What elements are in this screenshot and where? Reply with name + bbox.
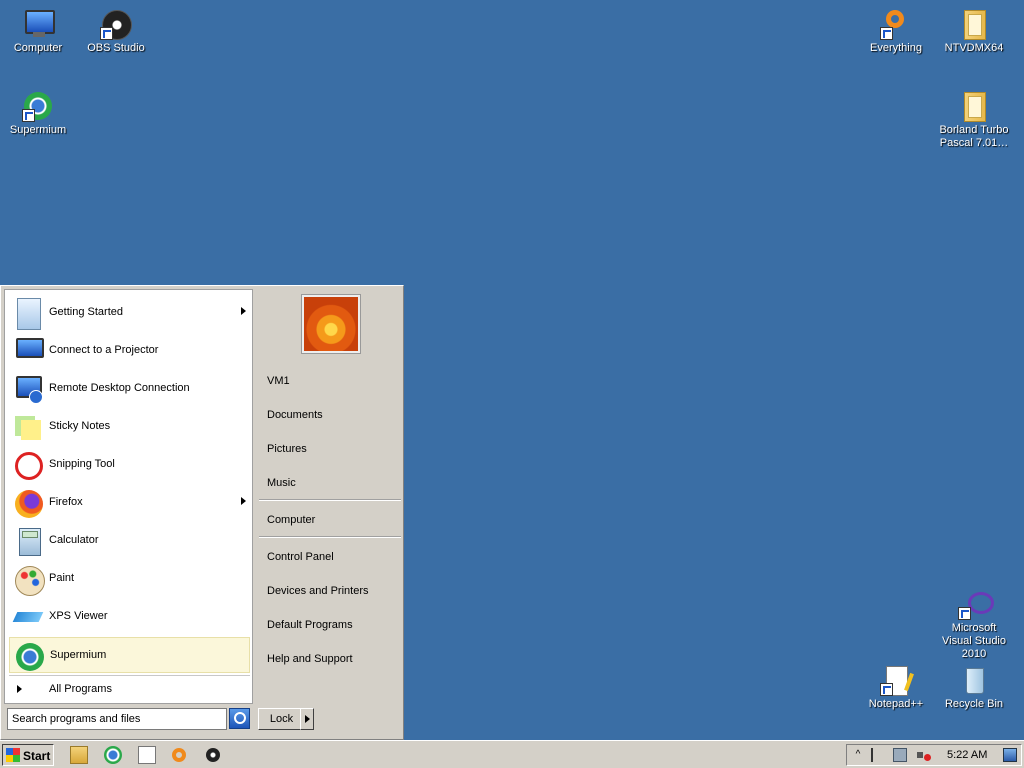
desktop-icon-visual-studio[interactable]: Microsoft Visual Studio 2010 (936, 588, 1012, 661)
taskbar: Start ^ 5:22 AM (0, 740, 1024, 768)
start-button[interactable]: Start (2, 744, 54, 766)
notepadpp-quicklaunch-icon[interactable] (138, 746, 156, 764)
network-icon[interactable] (893, 748, 907, 762)
desktop-icon-label: Supermium (9, 124, 67, 136)
help-support-link[interactable]: Help and Support (267, 653, 353, 665)
paint-palette-icon (13, 564, 45, 596)
desktop-icon-label: NTVDMX64 (944, 42, 1004, 54)
music-link[interactable]: Music (267, 477, 296, 489)
start-button-label: Start (23, 749, 51, 763)
desktop-icon-label: Computer (13, 42, 63, 54)
start-menu: Getting Started Connect to a Projector R… (0, 285, 404, 740)
search-input[interactable] (8, 709, 226, 729)
scissors-icon (13, 450, 43, 480)
clock[interactable]: 5:22 AM (947, 749, 987, 761)
calculator-icon (13, 526, 43, 556)
obs-studio-icon (100, 8, 132, 40)
divider (259, 536, 401, 538)
start-item-firefox[interactable]: Firefox (9, 485, 250, 521)
desktop-icon-label: Borland Turbo Pascal 7.01… (939, 124, 1009, 149)
start-item-label: XPS Viewer (49, 610, 108, 622)
computer-icon (22, 8, 55, 40)
desktop-icon-recycle-bin[interactable]: Recycle Bin (936, 664, 1012, 711)
folder-icon (958, 90, 990, 122)
explorer-quicklaunch-icon[interactable] (70, 746, 88, 764)
start-item-remote-desktop[interactable]: Remote Desktop Connection (9, 371, 250, 407)
start-item-label: Supermium (50, 649, 107, 661)
start-item-xps-viewer[interactable]: XPS Viewer (9, 599, 250, 635)
recycle-bin-icon (958, 664, 990, 696)
expand-arrow-icon (17, 685, 22, 693)
start-item-connect-projector[interactable]: Connect to a Projector (9, 333, 250, 369)
visual-studio-icon (958, 588, 994, 620)
folder-icon (958, 8, 990, 40)
start-menu-programs-pane: Getting Started Connect to a Projector R… (4, 289, 253, 704)
desktop-icon-label: OBS Studio (87, 42, 145, 54)
everything-quicklaunch-icon[interactable] (172, 748, 186, 762)
control-panel-link[interactable]: Control Panel (267, 551, 334, 563)
start-menu-places-pane: VM1 Documents Pictures Music Computer Co… (255, 289, 401, 704)
remote-desktop-icon (13, 374, 43, 404)
desktop-icon-borland-turbo-pascal[interactable]: Borland Turbo Pascal 7.01… (936, 90, 1012, 150)
devices-printers-link[interactable]: Devices and Printers (267, 585, 369, 597)
desktop-icon-label: Everything (870, 42, 922, 54)
all-programs-button[interactable]: All Programs (9, 675, 250, 702)
lock-button[interactable]: Lock (258, 708, 305, 730)
start-item-getting-started[interactable]: Getting Started (9, 295, 250, 331)
show-desktop-icon[interactable] (1003, 748, 1017, 762)
desktop-icon-ntvdmx64[interactable]: NTVDMX64 (936, 8, 1012, 55)
action-center-flag-icon[interactable] (871, 748, 887, 762)
search-programs-box[interactable] (7, 708, 227, 730)
start-item-label: Connect to a Projector (49, 344, 159, 356)
desktop-icon-computer[interactable]: Computer (0, 8, 76, 55)
show-hidden-icons-chevron-icon[interactable]: ^ (851, 748, 865, 762)
desktop-icon-notepadpp[interactable]: Notepad++ (858, 664, 934, 711)
start-item-label: Remote Desktop Connection (49, 382, 190, 394)
windows-flag-icon (6, 748, 20, 762)
supermium-icon (22, 90, 54, 122)
desktop-icon-supermium[interactable]: Supermium (0, 90, 76, 137)
search-icon[interactable] (229, 708, 250, 729)
divider (259, 499, 401, 501)
submenu-arrow-icon (241, 307, 246, 315)
default-programs-link[interactable]: Default Programs (267, 619, 353, 631)
computer-link[interactable]: Computer (267, 514, 315, 526)
projector-icon (13, 336, 44, 366)
start-item-supermium[interactable]: Supermium (9, 637, 250, 673)
firefox-icon (13, 488, 43, 518)
start-item-label: Getting Started (49, 306, 123, 318)
start-item-label: Calculator (49, 534, 99, 546)
getting-started-icon (17, 298, 41, 330)
user-picture-avatar[interactable] (302, 295, 360, 353)
desktop-icon-everything[interactable]: Everything (858, 8, 934, 55)
start-item-label: Firefox (49, 496, 83, 508)
notepadpp-icon (880, 664, 912, 696)
desktop-icon-label: Recycle Bin (944, 698, 1004, 710)
start-item-sticky-notes[interactable]: Sticky Notes (9, 409, 250, 445)
start-item-label: Snipping Tool (49, 458, 115, 470)
system-tray: ^ 5:22 AM (846, 744, 1022, 766)
start-item-calculator[interactable]: Calculator (9, 523, 250, 559)
desktop-icon-label: Notepad++ (868, 698, 924, 710)
everything-search-icon (880, 8, 912, 40)
supermium-icon (14, 641, 44, 671)
obs-quicklaunch-icon[interactable] (206, 748, 220, 762)
desktop-icon-label: Microsoft Visual Studio 2010 (941, 622, 1006, 660)
submenu-arrow-icon (241, 497, 246, 505)
sticky-notes-icon (13, 412, 43, 442)
supermium-quicklaunch-icon[interactable] (104, 746, 122, 764)
all-programs-label: All Programs (49, 683, 112, 695)
start-item-paint[interactable]: Paint (9, 561, 250, 597)
user-folder-link[interactable]: VM1 (267, 375, 290, 387)
volume-muted-icon[interactable] (917, 748, 931, 762)
pictures-link[interactable]: Pictures (267, 443, 307, 455)
start-item-snipping-tool[interactable]: Snipping Tool (9, 447, 250, 483)
start-item-label: Sticky Notes (49, 420, 111, 432)
desktop-icon-obs-studio[interactable]: OBS Studio (78, 8, 154, 55)
shutdown-options-arrow-icon[interactable] (300, 708, 314, 730)
documents-link[interactable]: Documents (267, 409, 323, 421)
xps-viewer-icon (12, 602, 44, 632)
start-item-label: Paint (49, 572, 75, 584)
